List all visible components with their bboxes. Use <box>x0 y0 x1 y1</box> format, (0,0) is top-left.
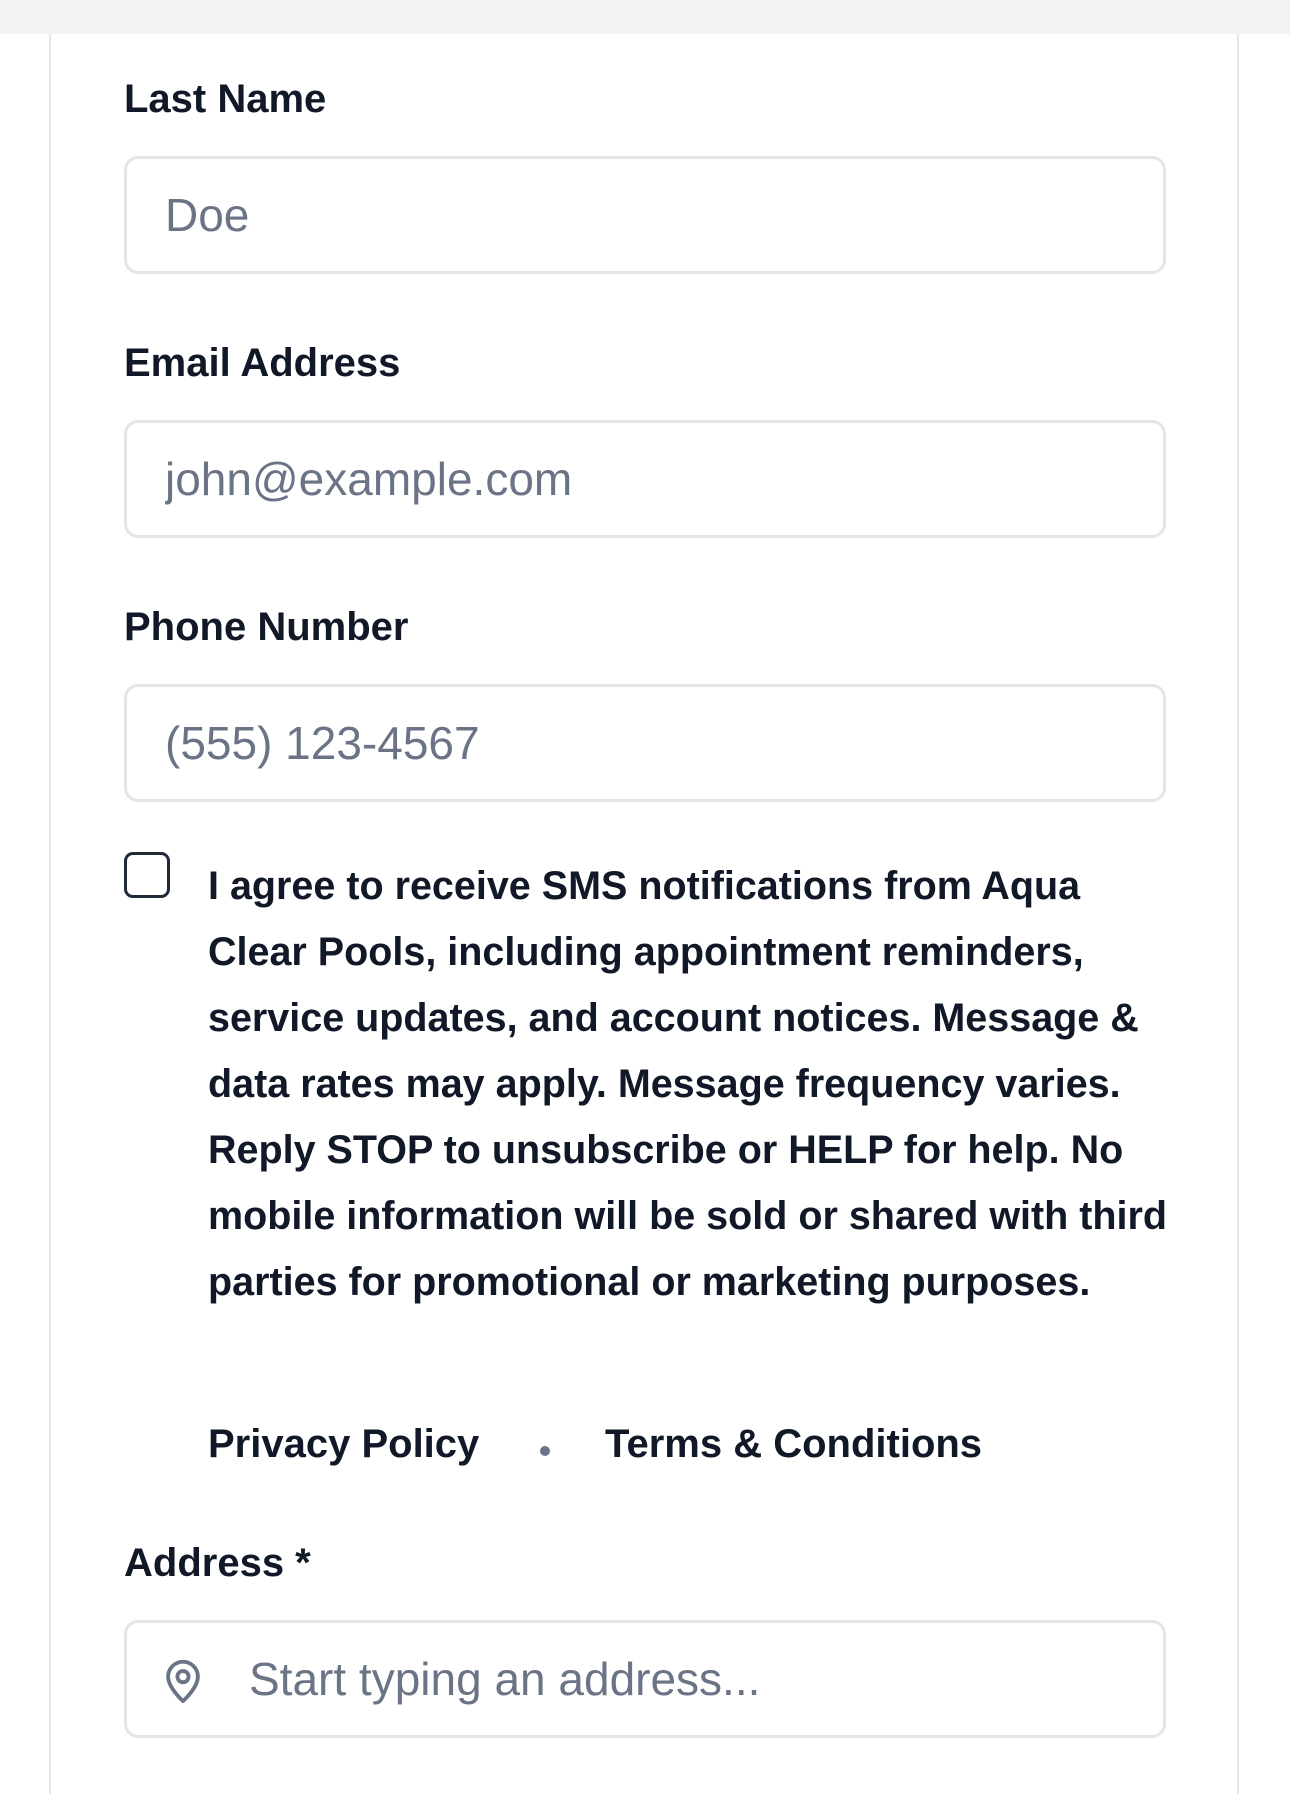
sms-consent-checkbox[interactable] <box>124 852 170 898</box>
address-input[interactable] <box>124 1620 1166 1738</box>
last-name-input[interactable] <box>124 156 1166 274</box>
email-label: Email Address <box>124 341 401 385</box>
map-pin-icon <box>166 1659 200 1704</box>
privacy-policy-link[interactable]: Privacy Policy <box>208 1422 479 1467</box>
address-label: Address * <box>124 1541 311 1585</box>
phone-input[interactable] <box>124 684 1166 802</box>
email-input[interactable] <box>124 420 1166 538</box>
separator-dot-icon <box>540 1446 550 1456</box>
sms-consent-text: I agree to receive SMS notifications fro… <box>208 864 1168 1304</box>
top-strip <box>0 0 1290 34</box>
last-name-label: Last Name <box>124 77 327 121</box>
terms-conditions-link[interactable]: Terms & Conditions <box>605 1422 982 1467</box>
phone-label: Phone Number <box>124 605 409 649</box>
